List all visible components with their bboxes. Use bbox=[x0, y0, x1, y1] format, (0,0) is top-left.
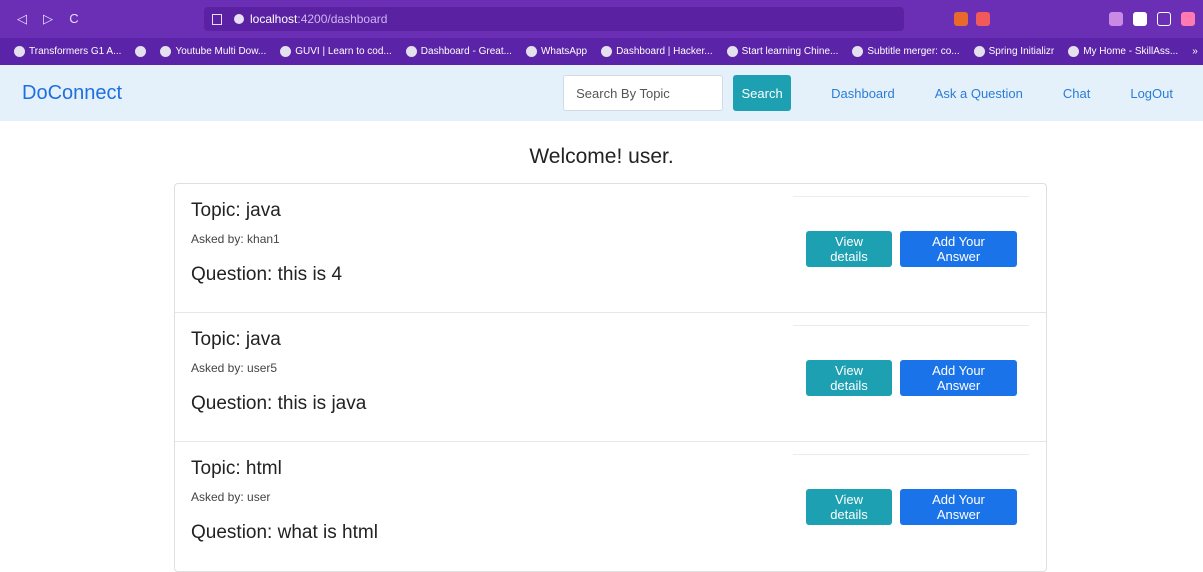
question-list: Topic: java Asked by: khan1 Question: th… bbox=[174, 183, 1047, 572]
brave-rewards-icon[interactable] bbox=[976, 12, 990, 26]
bookmark-label: Dashboard | Hacker... bbox=[616, 46, 713, 57]
bookmark-item[interactable]: Dashboard - Great... bbox=[405, 46, 512, 57]
bookmark-item[interactable]: Spring Initializr bbox=[973, 46, 1055, 57]
browser-nav-buttons: ◁ ▷ C bbox=[6, 11, 84, 27]
globe-icon bbox=[601, 46, 613, 57]
bookmark-item[interactable]: Youtube Multi Dow... bbox=[160, 46, 266, 57]
globe-icon bbox=[135, 46, 147, 57]
bookmark-label: Start learning Chine... bbox=[741, 46, 839, 57]
question-text: Question: what is html bbox=[191, 522, 378, 543]
search-button[interactable]: Search bbox=[733, 75, 792, 111]
st-icon bbox=[852, 46, 864, 57]
bookmark-page-icon[interactable] bbox=[212, 13, 222, 25]
bookmark-item[interactable]: Subtitle merger: co... bbox=[852, 46, 960, 57]
question-topic: Topic: java bbox=[191, 329, 281, 350]
extension-icon[interactable] bbox=[1109, 12, 1123, 26]
bookmark-item[interactable]: WhatsApp bbox=[525, 46, 588, 57]
bookmark-icon bbox=[726, 46, 738, 57]
back-icon[interactable]: ◁ bbox=[12, 11, 32, 27]
g-icon bbox=[405, 46, 417, 57]
bookmarks-overflow-icon[interactable]: » bbox=[1192, 46, 1198, 57]
question-item: Topic: java Asked by: khan1 Question: th… bbox=[175, 184, 1046, 313]
bookmark-item[interactable]: GUVI | Learn to cod... bbox=[280, 46, 392, 57]
question-item: Topic: java Asked by: user5 Question: th… bbox=[175, 313, 1046, 442]
spring-icon bbox=[973, 46, 985, 57]
view-details-button[interactable]: View details bbox=[806, 231, 892, 267]
add-answer-button[interactable]: Add Your Answer bbox=[900, 360, 1017, 396]
bookmark-label: My Home - SkillAss... bbox=[1083, 46, 1179, 57]
bookmark-item[interactable]: Transformers G1 A... bbox=[14, 46, 121, 57]
guvi-icon bbox=[280, 46, 292, 57]
whatsapp-icon bbox=[525, 46, 537, 57]
view-details-button[interactable]: View details bbox=[806, 489, 892, 525]
app-navbar: DoConnect Search Dashboard Ask a Questio… bbox=[0, 65, 1203, 121]
reload-icon[interactable]: C bbox=[64, 11, 84, 27]
bookmarks-bar: Transformers G1 A... Youtube Multi Dow...… bbox=[0, 38, 1203, 65]
bookmark-label: Youtube Multi Dow... bbox=[175, 46, 267, 57]
browser-shields bbox=[954, 12, 990, 26]
browser-toolbar: ◁ ▷ C localhost:4200/dashboard bbox=[0, 0, 1203, 38]
bookmark-label: WhatsApp bbox=[540, 46, 588, 57]
bookmark-label: Spring Initializr bbox=[988, 46, 1055, 57]
question-text: Question: this is java bbox=[191, 393, 367, 414]
divider bbox=[793, 454, 1029, 455]
brave-shield-icon[interactable] bbox=[954, 12, 968, 26]
bookmark-label: GUVI | Learn to cod... bbox=[295, 46, 392, 57]
question-topic: Topic: java bbox=[191, 200, 281, 221]
site-info-icon[interactable] bbox=[234, 14, 244, 24]
window-icon[interactable] bbox=[1157, 12, 1171, 26]
bookmark-item[interactable]: My Home - SkillAss... bbox=[1068, 46, 1178, 57]
bookmark-label: Transformers G1 A... bbox=[29, 46, 122, 57]
question-author: Asked by: khan1 bbox=[191, 232, 280, 246]
transformers-icon bbox=[14, 46, 25, 57]
profile-icon[interactable] bbox=[1181, 12, 1195, 26]
bookmark-label: Subtitle merger: co... bbox=[867, 46, 960, 57]
forward-icon[interactable]: ▷ bbox=[38, 11, 58, 27]
add-answer-button[interactable]: Add Your Answer bbox=[900, 489, 1017, 525]
question-author: Asked by: user5 bbox=[191, 361, 278, 375]
question-topic: Topic: html bbox=[191, 458, 282, 479]
bookmark-item[interactable] bbox=[135, 46, 147, 57]
nav-link-ask-question[interactable]: Ask a Question bbox=[935, 86, 1023, 101]
nav-link-logout[interactable]: LogOut bbox=[1130, 86, 1173, 101]
brand-logo[interactable]: DoConnect bbox=[22, 82, 122, 105]
bookmark-label: Dashboard - Great... bbox=[420, 46, 512, 57]
view-details-button[interactable]: View details bbox=[806, 360, 892, 396]
question-text: Question: this is 4 bbox=[191, 264, 343, 285]
bookmark-item[interactable]: Dashboard | Hacker... bbox=[601, 46, 713, 57]
question-author: Asked by: user bbox=[191, 490, 271, 504]
address-bar[interactable]: localhost:4200/dashboard bbox=[204, 7, 904, 31]
divider bbox=[793, 325, 1029, 326]
search-input[interactable] bbox=[563, 75, 724, 111]
puzzle-icon[interactable] bbox=[1133, 12, 1147, 26]
divider bbox=[793, 196, 1029, 197]
url-path: :4200/dashboard bbox=[297, 12, 388, 26]
skillassure-icon bbox=[1068, 46, 1080, 57]
nav-link-dashboard[interactable]: Dashboard bbox=[831, 86, 895, 101]
extension-icons bbox=[1109, 12, 1195, 26]
globe-icon bbox=[160, 46, 172, 57]
welcome-heading: Welcome! user. bbox=[529, 145, 674, 168]
nav-links: Dashboard Ask a Question Chat LogOut bbox=[791, 86, 1173, 101]
add-answer-button[interactable]: Add Your Answer bbox=[900, 231, 1017, 267]
url-host: localhost bbox=[250, 12, 298, 26]
bookmark-item[interactable]: Start learning Chine... bbox=[726, 46, 839, 57]
nav-link-chat[interactable]: Chat bbox=[1063, 86, 1090, 101]
question-item: Topic: html Asked by: user Question: wha… bbox=[175, 442, 1046, 571]
